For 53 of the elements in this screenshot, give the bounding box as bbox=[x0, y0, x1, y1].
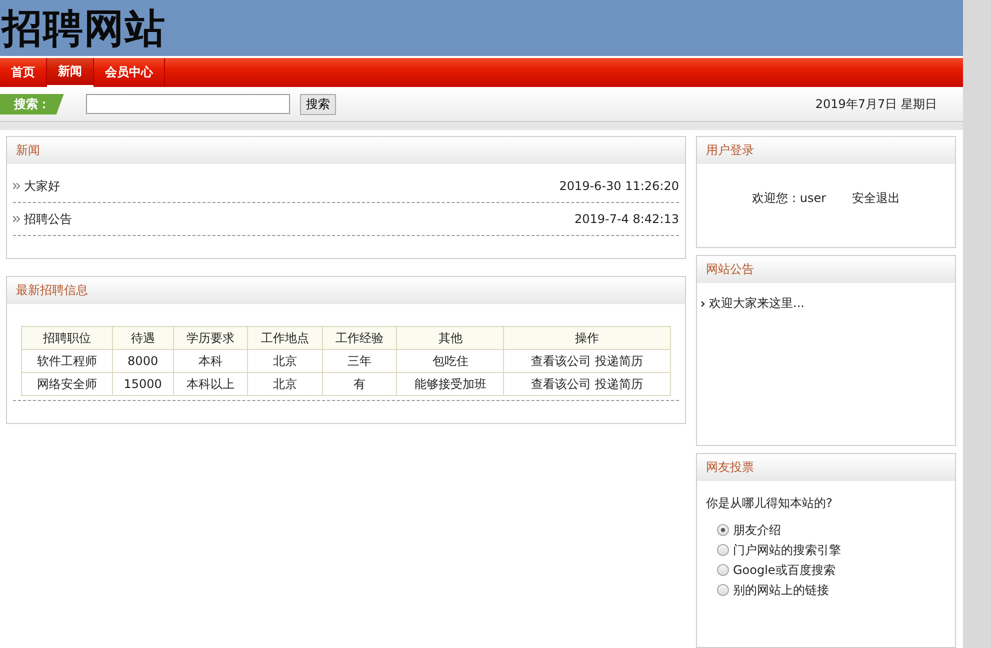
table-cell: 网络安全师 bbox=[22, 372, 112, 396]
notice-link[interactable]: 欢迎大家来这里... bbox=[709, 295, 804, 312]
option-label: 别的网站上的链接 bbox=[733, 582, 829, 598]
column-header: 招聘职位 bbox=[22, 326, 112, 350]
news-link[interactable]: 大家好 bbox=[24, 178, 60, 194]
radio-button[interactable] bbox=[717, 564, 729, 576]
table-cell: 北京 bbox=[248, 350, 322, 372]
news-time: 2019-6-30 11:26:20 bbox=[559, 179, 679, 193]
table-cell: 有 bbox=[322, 372, 397, 396]
action-link[interactable]: 查看该公司 bbox=[531, 354, 592, 368]
panel-title: 用户登录 bbox=[706, 142, 754, 159]
column-header: 工作地点 bbox=[248, 326, 322, 350]
option-label: 朋友介绍 bbox=[733, 522, 781, 538]
table-cell: 包吃住 bbox=[396, 350, 504, 372]
radio-button[interactable] bbox=[717, 524, 729, 536]
table-cell: 三年 bbox=[322, 350, 397, 372]
search-button[interactable]: 搜索 bbox=[300, 94, 336, 114]
date-text: 2019年7月7日 星期日 bbox=[815, 96, 937, 112]
table-cell: 北京 bbox=[248, 372, 322, 396]
table-cell: 15000 bbox=[112, 372, 174, 396]
news-time: 2019-7-4 8:42:13 bbox=[574, 212, 679, 226]
column-header: 其他 bbox=[396, 326, 504, 350]
panel-title: 网站公告 bbox=[706, 261, 754, 278]
table-cell: 能够接受加班 bbox=[396, 372, 504, 396]
chevron-icon bbox=[701, 300, 705, 306]
action-link[interactable]: 查看该公司 bbox=[531, 376, 592, 390]
table-cell: 软件工程师 bbox=[22, 350, 112, 372]
panel-title: 最新招聘信息 bbox=[16, 282, 88, 299]
search-field[interactable] bbox=[86, 94, 290, 114]
option-label: Google或百度搜索 bbox=[733, 562, 836, 578]
welcome-text: 欢迎您：user bbox=[752, 190, 826, 207]
column-header: 待遇 bbox=[112, 326, 174, 350]
panel-title: 网友投票 bbox=[706, 459, 754, 476]
table-cell: 8000 bbox=[112, 350, 174, 372]
double-chevron-icon bbox=[13, 183, 20, 189]
column-header: 学历要求 bbox=[173, 326, 248, 350]
column-header: 工作经验 bbox=[322, 326, 397, 350]
nav-link[interactable]: 新闻 bbox=[47, 58, 94, 87]
search-label: 搜索： bbox=[0, 94, 64, 114]
action-link[interactable]: 投递简历 bbox=[595, 354, 644, 368]
action-link[interactable]: 投递简历 bbox=[595, 376, 644, 390]
logout-link[interactable]: 安全退出 bbox=[852, 190, 900, 207]
option-label: 门户网站的搜索引擎 bbox=[733, 542, 841, 558]
radio-button[interactable] bbox=[717, 544, 729, 556]
site-logo: 招聘网站 bbox=[2, 4, 166, 54]
news-link[interactable]: 招聘公告 bbox=[24, 210, 72, 228]
table-cell: 本科以上 bbox=[173, 372, 248, 396]
column-header: 操作 bbox=[504, 326, 670, 350]
double-chevron-icon bbox=[13, 216, 20, 222]
radio-button[interactable] bbox=[717, 584, 729, 596]
panel-title: 新闻 bbox=[16, 142, 40, 159]
table-cell: 本科 bbox=[173, 350, 248, 372]
poll-question: 你是从哪儿得知本站的? bbox=[705, 495, 834, 512]
